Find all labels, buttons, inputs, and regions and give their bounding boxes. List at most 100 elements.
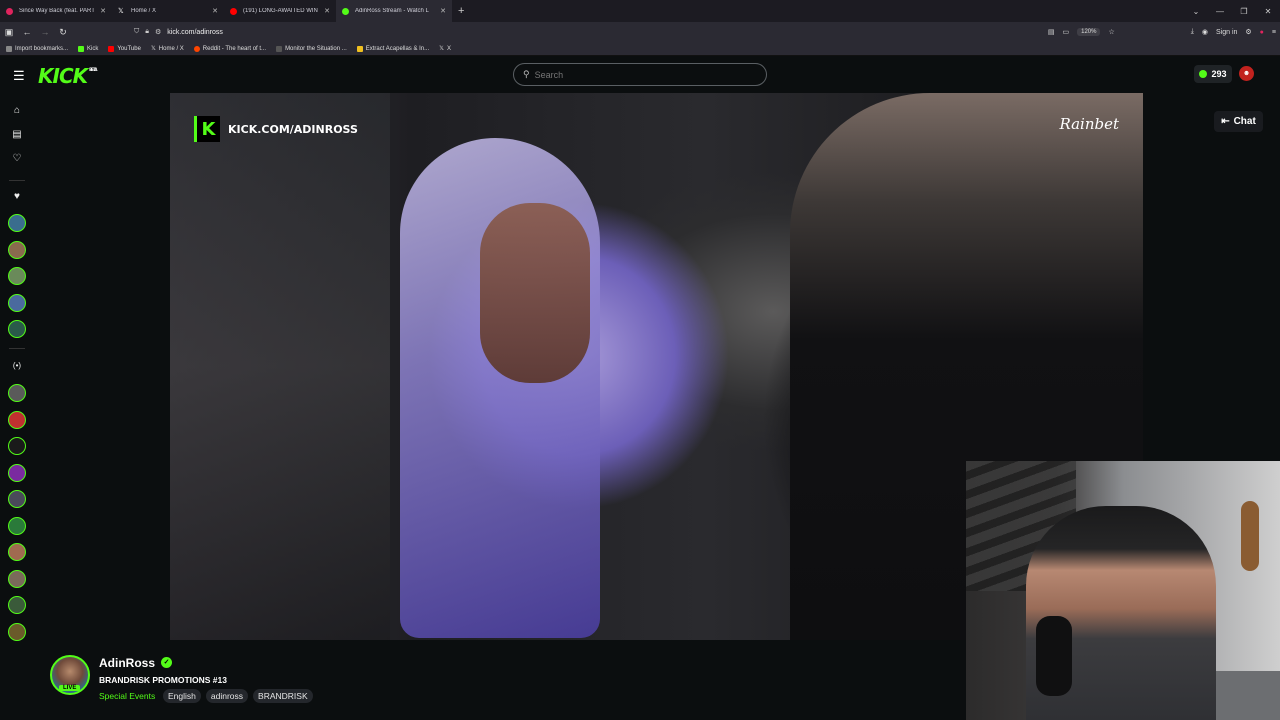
sidebar-channel-avatar[interactable] <box>8 411 26 429</box>
user-avatar[interactable]: ☻ <box>1239 66 1254 81</box>
site-header: ☰ KICKBETA ⚲ 293 ☻ <box>0 56 1280 92</box>
downloads-icon[interactable]: ⤓ <box>1191 28 1194 36</box>
x-logo-icon: 𝕏 <box>150 46 156 52</box>
stream-category-link[interactable]: Special Events <box>99 691 155 701</box>
browser-tab-active[interactable]: AdinRoss Stream - Watch L ✕ <box>336 0 452 22</box>
bookmark-item[interactable]: Import bookmarks... <box>6 45 69 52</box>
search-input[interactable] <box>534 69 735 80</box>
tab-favicon-icon <box>6 7 13 15</box>
channel-info: LIVE AdinRoss ✓ BRANDRISK PROMOTIONS #13… <box>50 652 550 712</box>
live-recommended-icon: (•) <box>12 361 22 370</box>
account-icon[interactable]: ◉ <box>1202 28 1208 36</box>
tab-list-icon[interactable]: ⌄ <box>1184 7 1208 16</box>
video-crowd-background <box>170 93 390 640</box>
acapella-icon <box>356 45 363 52</box>
channel-name[interactable]: AdinRoss <box>99 656 155 670</box>
sidebar-channel-avatar[interactable] <box>8 241 26 259</box>
close-tab-icon[interactable]: ✕ <box>100 7 106 15</box>
bookmarks-bar: Import bookmarks... Kick YouTube 𝕏 Home /… <box>0 42 1280 56</box>
notifications-icon[interactable]: ● <box>1260 29 1264 36</box>
browser-tab[interactable]: (191) LONG-AWAITED WIN | Dr ✕ <box>224 0 336 22</box>
browser-tab[interactable]: Since Way Back (feat. PART ✕ <box>0 0 112 22</box>
bookmark-item[interactable]: Monitor the Situation ... <box>276 45 347 52</box>
stream-tag[interactable]: adinross <box>205 689 249 703</box>
sidebar-channel-avatar[interactable] <box>8 214 26 232</box>
url-text[interactable]: kick.com/adinross <box>167 29 223 36</box>
video-fighter-face <box>480 203 590 383</box>
sidebar-channel-avatar[interactable] <box>8 384 26 402</box>
back-icon[interactable]: ← <box>18 27 36 37</box>
bookmark-label: Monitor the Situation ... <box>285 45 347 52</box>
forward-icon[interactable]: → <box>36 27 54 37</box>
sidebar-channel-avatar[interactable] <box>8 623 26 641</box>
bookmark-item[interactable]: 𝕏 Home / X <box>150 45 184 53</box>
tab-title: AdinRoss Stream - Watch L <box>355 8 429 14</box>
live-badge: LIVE <box>59 685 81 691</box>
browser-tab[interactable]: 𝕏 Home / X ✕ <box>112 0 224 22</box>
extensions-icon[interactable]: ⚙ <box>1245 28 1251 36</box>
tab-title: (191) LONG-AWAITED WIN | Dr <box>243 8 320 14</box>
reload-icon[interactable]: ↻ <box>54 27 72 38</box>
kick-k-icon: K <box>194 116 220 142</box>
tab-title: Home / X <box>131 8 157 14</box>
youtube-icon <box>108 45 115 52</box>
sign-in-link[interactable]: Sign in <box>1216 29 1237 36</box>
sidebar-channel-avatar[interactable] <box>8 437 26 455</box>
picture-in-picture-icon[interactable]: ▭ <box>1063 28 1070 36</box>
monitor-icon <box>276 45 283 52</box>
verified-badge-icon: ✓ <box>161 657 172 668</box>
search-bar[interactable]: ⚲ <box>513 63 767 86</box>
hamburger-menu-icon[interactable]: ☰ <box>13 68 25 84</box>
sidebar-channel-avatar[interactable] <box>8 596 26 614</box>
sidebar-toggle-icon[interactable]: ▣ <box>0 27 18 38</box>
sponsor-logo: Rainbet <box>1059 115 1119 133</box>
sidebar-channel-avatar[interactable] <box>8 543 26 561</box>
following-heart-icon[interactable]: ♡ <box>10 153 24 167</box>
stream-tag[interactable]: BRANDRISK <box>253 689 313 703</box>
zoom-level[interactable]: 120% <box>1077 28 1101 36</box>
bookmark-label: X <box>446 45 451 52</box>
sidebar-channel-avatar[interactable] <box>8 294 26 312</box>
minimize-icon[interactable]: — <box>1208 7 1232 16</box>
bookmark-item[interactable]: Kick <box>78 45 98 52</box>
close-tab-icon[interactable]: ✕ <box>324 7 330 15</box>
import-icon <box>6 45 12 52</box>
home-icon[interactable]: ⌂ <box>10 105 24 119</box>
close-tab-icon[interactable]: ✕ <box>212 7 218 15</box>
bookmark-item[interactable]: Reddit - The heart of t... <box>193 45 267 52</box>
sidebar-channel-avatar[interactable] <box>8 320 26 338</box>
sidebar-channel-avatar[interactable] <box>8 464 26 482</box>
reader-view-icon[interactable]: ▤ <box>1048 28 1055 36</box>
bookmark-label: Import bookmarks... <box>15 45 69 52</box>
bookmark-label: Home / X <box>158 45 184 52</box>
logo-text: KICK <box>38 64 88 88</box>
restore-icon[interactable]: ❐ <box>1232 7 1256 16</box>
window-controls: ⌄ — ❐ ✕ <box>1184 0 1280 22</box>
sidebar-divider <box>9 180 25 181</box>
sidebar-channel-avatar[interactable] <box>8 267 26 285</box>
bookmark-star-icon[interactable]: ☆ <box>1108 28 1114 36</box>
kick-logo[interactable]: KICK BETA <box>38 64 97 88</box>
bookmark-item[interactable]: 𝕏X <box>439 45 451 53</box>
bookmark-label: Reddit - The heart of t... <box>202 45 267 52</box>
browse-icon[interactable]: ▤ <box>10 129 24 143</box>
bookmark-item[interactable]: YouTube <box>108 45 141 52</box>
sidebar-channel-avatar[interactable] <box>8 570 26 588</box>
kicks-balance[interactable]: 293 <box>1194 65 1232 83</box>
stream-tags: English adinross BRANDRISK <box>163 689 313 703</box>
kick-favicon-icon <box>342 7 349 15</box>
chat-expand-icon: ⇤ <box>1221 116 1230 127</box>
sidebar-channel-avatar[interactable] <box>8 490 26 508</box>
menu-icon[interactable]: ≡ <box>1272 29 1276 36</box>
page-settings-icon: ⚙ <box>154 29 162 36</box>
new-tab-icon[interactable]: + <box>458 5 464 17</box>
x-logo-icon: 𝕏 <box>118 7 124 15</box>
close-tab-icon[interactable]: ✕ <box>440 7 446 15</box>
stream-tag[interactable]: English <box>163 689 201 703</box>
chat-toggle-button[interactable]: ⇤ Chat <box>1214 111 1263 132</box>
bookmark-item[interactable]: Extract Acapellas & In... <box>356 45 429 52</box>
close-window-icon[interactable]: ✕ <box>1256 7 1280 16</box>
address-bar[interactable]: ⛉ 🔒︎ ⚙ kick.com/adinross <box>134 25 1034 39</box>
sidebar-channel-avatar[interactable] <box>8 517 26 535</box>
youtube-icon <box>230 7 237 15</box>
